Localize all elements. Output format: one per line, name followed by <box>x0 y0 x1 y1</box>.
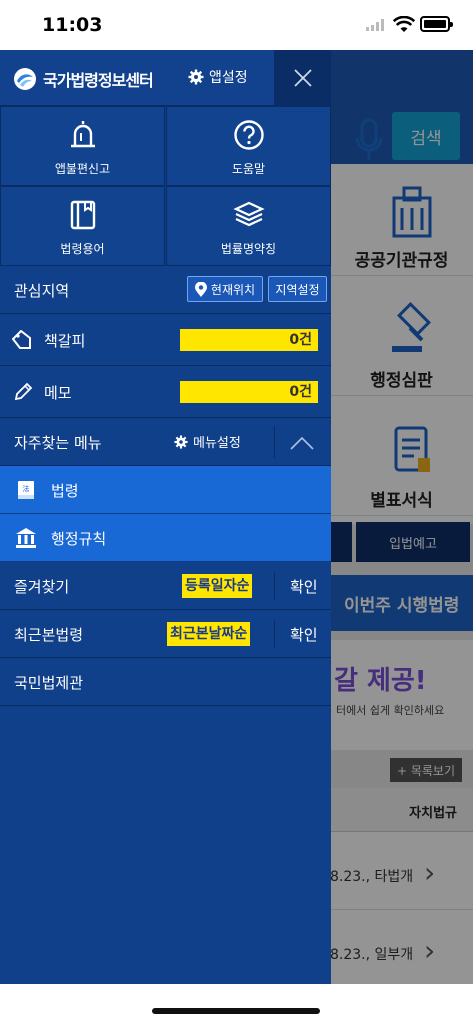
recent-confirm-button[interactable]: 확인 <box>290 624 318 645</box>
gavel-icon <box>392 302 431 352</box>
public-agency-rules-tile[interactable]: 공공기관규정 <box>330 164 473 276</box>
table-row-text: 8.23., 타법개 <box>330 869 414 885</box>
weekly-laws-banner[interactable]: 이번주 시행법령 <box>330 575 473 631</box>
recent-sort-select[interactable]: 최근본날짜순 <box>167 622 251 646</box>
frequent-menu-row: 자주찾는 메뉴 메뉴설정 <box>0 418 331 466</box>
menu-settings-label: 메뉴설정 <box>193 436 241 451</box>
memo-label: 메모 <box>44 384 72 402</box>
document-icon <box>394 426 430 472</box>
logo-icon <box>14 68 36 90</box>
current-location-label: 현재위치 <box>210 282 256 297</box>
close-icon <box>293 69 312 87</box>
law-abbreviation-label: 법률명약칭 <box>220 242 277 256</box>
current-location-button[interactable]: 현재위치 <box>187 276 263 302</box>
legal-terms-label: 법령용어 <box>60 242 105 256</box>
chevron-up-icon[interactable] <box>290 436 314 450</box>
chevron-right-icon: › <box>424 934 436 967</box>
appendix-forms-tile[interactable]: 별표서식 <box>330 404 473 516</box>
microphone-icon[interactable] <box>354 116 384 166</box>
appendix-forms-label: 별표서식 <box>370 491 433 511</box>
divider <box>274 572 275 600</box>
search-button[interactable]: 검색 <box>392 112 460 160</box>
menu-item-label: 행정규칙 <box>51 530 107 548</box>
background-table: 자치법규 8.23., 타법개 › 8.23., 일부개 › <box>330 788 473 984</box>
help-label: 도움말 <box>231 162 266 176</box>
legal-terms-tile[interactable]: 법령용어 <box>0 186 165 266</box>
table-row-text: 8.23., 일부개 <box>330 947 414 963</box>
battery-icon <box>420 16 453 32</box>
favorites-confirm-button[interactable]: 확인 <box>290 576 318 597</box>
alarm-icon <box>70 121 95 148</box>
law-abbreviation-tile[interactable]: 법률명약칭 <box>166 186 331 266</box>
help-tile[interactable]: 도움말 <box>166 106 331 186</box>
book-icon <box>70 200 95 230</box>
app-settings-label: 앱설정 <box>209 70 248 86</box>
frequent-menu-label: 자주찾는 메뉴 <box>14 434 102 452</box>
public-agency-rules-label: 공공기관규정 <box>354 251 449 271</box>
home-indicator[interactable] <box>152 1008 320 1014</box>
memo-count: 0건 <box>180 381 318 403</box>
law-book-icon: 法 <box>18 481 34 499</box>
recent-laws-label: 최근본법령 <box>14 626 84 644</box>
promo-title: 갈 제공! <box>334 666 427 696</box>
location-pin-icon <box>194 281 207 297</box>
building-icon <box>392 186 432 238</box>
layers-icon <box>232 201 265 227</box>
bookmark-row[interactable]: 책갈피 0건 <box>0 314 331 366</box>
drawer-header: 국가법령정보센터 앱설정 <box>0 50 331 106</box>
app-report-tile[interactable]: 앱불편신고 <box>0 106 165 186</box>
cellular-signal-icon <box>366 19 384 31</box>
favorites-row[interactable]: 즐겨찾기 등록일자순 확인 <box>0 562 331 610</box>
side-drawer: 국가법령정보센터 앱설정 앱불편신고 도움말 법령용어 법률명약칭 관심지역 현… <box>0 50 331 984</box>
favorites-label: 즐겨찾기 <box>14 578 70 596</box>
legislative-notice-tab[interactable]: 입법예고 <box>356 522 470 562</box>
recent-laws-row[interactable]: 최근본법령 최근본날짜순 확인 <box>0 610 331 658</box>
menu-item-admin-rules[interactable]: 행정규칙 <box>0 514 331 562</box>
region-row: 관심지역 현재위치 지역설정 <box>0 266 331 314</box>
divider <box>274 620 275 648</box>
administrative-appeal-tile[interactable]: 행정심판 <box>330 284 473 396</box>
citizen-legislator-row[interactable]: 국민법제관 <box>0 658 331 706</box>
bookmark-label: 책갈피 <box>44 332 86 350</box>
administrative-appeal-label: 행정심판 <box>370 371 433 391</box>
region-label: 관심지역 <box>14 282 70 300</box>
promo-banner[interactable]: 갈 제공! 터에서 쉽게 확인하세요 <box>330 640 473 750</box>
close-button[interactable] <box>274 50 331 106</box>
brand-title: 국가법령정보센터 <box>43 71 154 90</box>
status-bar: 11:03 <box>0 0 473 50</box>
wifi-icon <box>393 16 415 32</box>
gear-icon <box>188 69 204 85</box>
status-time: 11:03 <box>42 14 103 36</box>
pencil-icon <box>14 382 33 401</box>
chevron-right-icon: › <box>424 856 436 889</box>
table-header: 자치법규 <box>330 788 473 832</box>
favorites-sort-select[interactable]: 등록일자순 <box>182 574 253 598</box>
svg-text:法: 法 <box>23 484 30 493</box>
menu-settings-button[interactable]: 메뉴설정 <box>174 432 241 451</box>
table-row[interactable]: 8.23., 타법개 › <box>330 832 473 910</box>
promo-subtitle: 터에서 쉽게 확인하세요 <box>336 704 445 717</box>
citizen-legislator-label: 국민법제관 <box>14 674 84 692</box>
memo-row[interactable]: 메모 0건 <box>0 366 331 418</box>
region-settings-button[interactable]: 지역설정 <box>268 276 327 302</box>
quick-tiles: 앱불편신고 도움말 법령용어 법률명약칭 <box>0 106 331 266</box>
gear-icon <box>174 434 188 449</box>
bookmark-count: 0건 <box>180 329 318 351</box>
table-row[interactable]: 8.23., 일부개 › <box>330 910 473 984</box>
app-report-label: 앱불편신고 <box>54 162 111 176</box>
building-icon <box>16 528 36 548</box>
divider <box>274 426 275 458</box>
tag-icon <box>12 330 31 349</box>
menu-item-label: 법령 <box>51 482 79 500</box>
background-tab-left[interactable] <box>330 522 352 562</box>
view-list-button[interactable]: + 목록보기 <box>390 758 462 782</box>
app-settings-button[interactable]: 앱설정 <box>188 63 248 91</box>
help-icon <box>233 120 264 150</box>
background-menu-grid: 공공기관규정 행정심판 별표서식 <box>330 164 473 524</box>
menu-item-law[interactable]: 法 법령 <box>0 466 331 514</box>
